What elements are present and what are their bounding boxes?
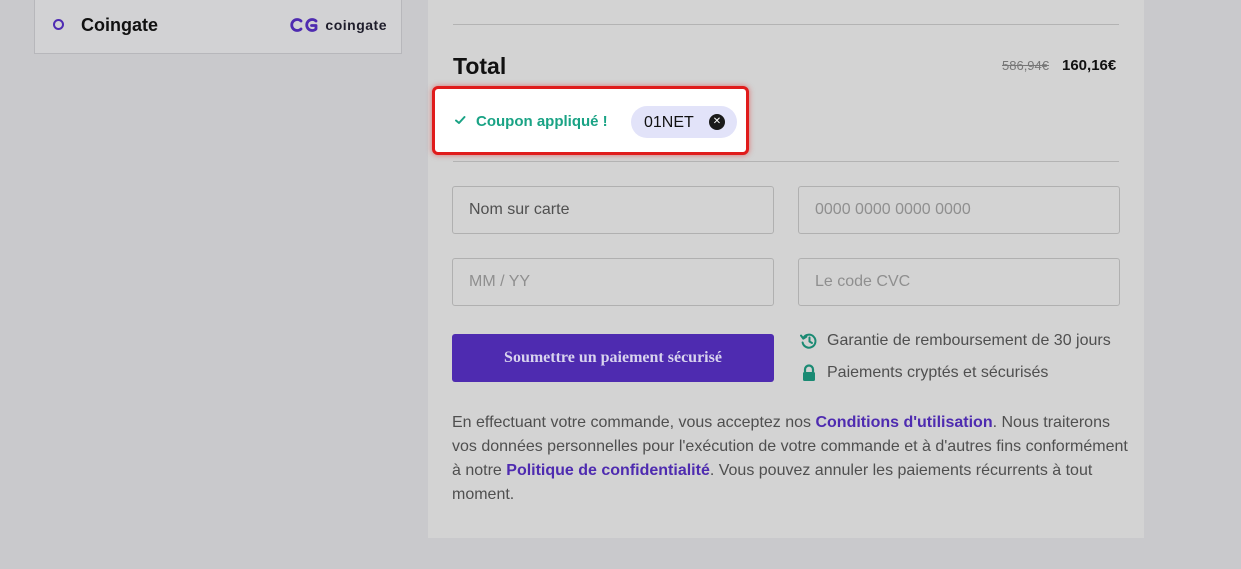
legal-notice: En effectuant votre commande, vous accep…	[452, 411, 1132, 507]
privacy-link[interactable]: Politique de confidentialité	[506, 462, 710, 479]
total-label: Total	[453, 53, 507, 79]
coingate-logo: coingate	[290, 17, 387, 33]
cvc-input[interactable]	[798, 258, 1120, 306]
coupon-code: 01NET	[644, 114, 694, 131]
refund-guarantee: Garantie de remboursement de 30 jours	[800, 332, 1111, 350]
divider	[453, 161, 1119, 162]
checkout-panel: Total 586,94€ 160,16€ Coupon appliqué ! …	[428, 0, 1144, 538]
discounted-price: 160,16€	[1062, 57, 1117, 74]
legal-text: En effectuant votre commande, vous accep…	[452, 414, 816, 431]
payment-option-label: Coingate	[81, 15, 159, 35]
card-name-input[interactable]	[452, 186, 774, 234]
coingate-logo-icon	[290, 18, 318, 32]
coupon-status: Coupon appliqué !	[476, 113, 608, 130]
feature-text: Paiements cryptés et sécurisés	[827, 364, 1049, 381]
close-circle-icon[interactable]: ✕	[709, 114, 725, 130]
history-icon	[800, 333, 817, 349]
card-number-input[interactable]	[798, 186, 1120, 234]
check-icon	[455, 116, 466, 124]
payment-option-coingate[interactable]: Coingate coingate	[34, 0, 402, 54]
divider	[453, 24, 1119, 25]
radio-button[interactable]	[53, 19, 64, 30]
expiry-input[interactable]	[452, 258, 774, 306]
coingate-logo-text: coingate	[325, 17, 387, 33]
coupon-chip: 01NET ✕	[631, 106, 737, 138]
secure-payments: Paiements cryptés et sécurisés	[800, 364, 1048, 382]
coupon-applied-box: Coupon appliqué ! 01NET ✕	[432, 86, 749, 155]
terms-link[interactable]: Conditions d'utilisation	[815, 414, 992, 431]
feature-text: Garantie de remboursement de 30 jours	[827, 332, 1111, 349]
original-price: 586,94€	[1002, 58, 1049, 73]
submit-payment-button[interactable]: Soumettre un paiement sécurisé	[452, 334, 774, 382]
lock-icon	[803, 364, 815, 381]
